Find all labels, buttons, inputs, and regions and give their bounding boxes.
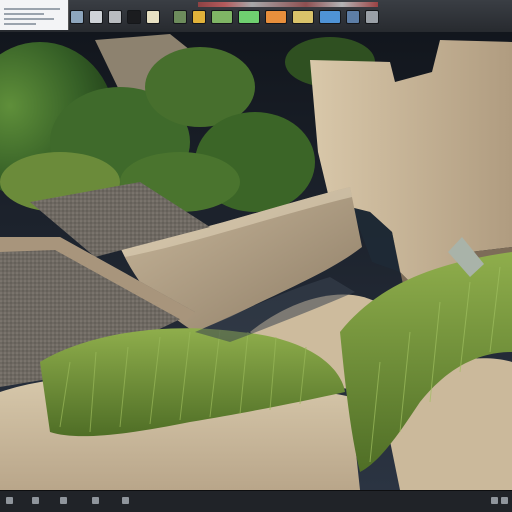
toolbar-banner — [198, 2, 378, 7]
move-icon[interactable] — [108, 10, 122, 24]
snap-icon[interactable] — [92, 497, 99, 504]
settings-icon[interactable] — [501, 497, 508, 504]
status-bar — [0, 490, 512, 512]
select-icon[interactable] — [89, 10, 103, 24]
main-toolbar — [0, 0, 512, 33]
landscape-thumb-icon[interactable] — [211, 10, 233, 24]
camera-icon[interactable] — [60, 497, 67, 504]
water-icon[interactable] — [346, 10, 360, 24]
terrain-icon[interactable] — [173, 10, 187, 24]
notification-icon[interactable] — [491, 497, 498, 504]
light-icon[interactable] — [146, 10, 160, 24]
foliage-icon[interactable] — [192, 10, 206, 24]
project-line — [4, 18, 54, 20]
editor-window — [0, 0, 512, 512]
sphere-icon[interactable] — [127, 10, 141, 24]
grid-icon[interactable] — [6, 497, 13, 504]
project-panel[interactable] — [0, 0, 69, 30]
viewport-icon[interactable] — [70, 10, 84, 24]
info-icon[interactable] — [122, 497, 129, 504]
settings-icon[interactable] — [365, 10, 379, 24]
project-line — [4, 13, 44, 15]
tool-strip — [70, 9, 506, 29]
sand-thumb-icon[interactable] — [292, 10, 314, 24]
material-thumb-icon[interactable] — [265, 10, 287, 24]
3d-viewport[interactable] — [0, 32, 512, 490]
scene-render[interactable] — [0, 32, 512, 490]
sky-thumb-icon[interactable] — [319, 10, 341, 24]
project-line — [4, 23, 36, 25]
layers-icon[interactable] — [32, 497, 39, 504]
foliage-thumb-icon[interactable] — [238, 10, 260, 24]
project-line — [4, 8, 60, 10]
